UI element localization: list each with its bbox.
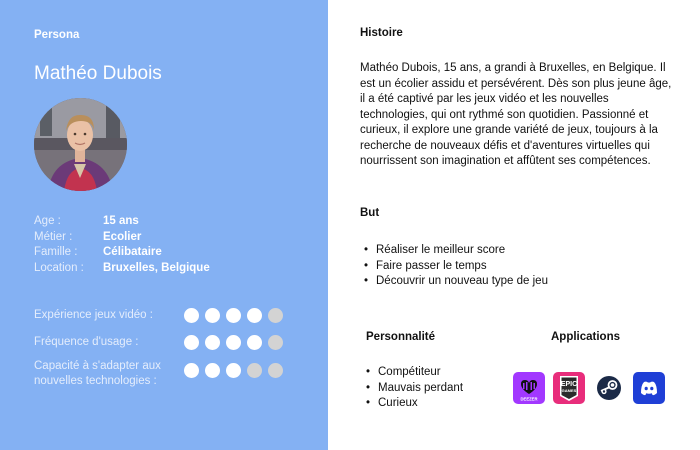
epic-wordmark-line2: GAMES [562, 388, 577, 393]
rating-dot-empty [268, 335, 283, 350]
rating-dots [184, 335, 283, 350]
rating-dots [184, 363, 283, 378]
rating-dot-filled [205, 335, 220, 350]
rating-dot-filled [205, 363, 220, 378]
rating-dot-empty [268, 308, 283, 323]
list-item: Mauvais perdant [362, 381, 463, 397]
fact-value: 15 ans [103, 215, 139, 227]
rating-label: Capacité à s'adapter aux nouvelles techn… [34, 360, 161, 387]
fact-label: Métier : [34, 230, 73, 243]
rating-label: Fréquence d'usage : [34, 336, 139, 348]
fact-family: Famille : Célibataire [34, 245, 210, 261]
epic-wordmark-line1: EPIC [561, 381, 577, 388]
personnalite-title: Personnalité [366, 331, 436, 343]
epic-games-logo: EPIC GAMES [553, 372, 585, 404]
fact-label: Location : [34, 261, 84, 274]
fact-value: Bruxelles, Belgique [103, 261, 210, 274]
deezer-wordmark: DEEZER [521, 397, 538, 402]
details-panel: Histoire Mathéo Dubois, 15 ans, a grandi… [328, 0, 700, 450]
rating-dot-filled [226, 308, 241, 323]
steam-logo [597, 376, 621, 400]
applications-title: Applications [551, 331, 621, 343]
persona-facts: Age : 15 ans Métier : Ecolier Famille : Cél… [34, 214, 210, 276]
rating-dot-filled [226, 335, 241, 350]
deezer-icon[interactable]: DEEZER [513, 372, 545, 404]
rating-label: Expérience jeux vidéo : [34, 309, 153, 321]
list-item: Réaliser le meilleur score [360, 243, 548, 259]
persona-heading: Persona [34, 29, 80, 41]
list-item: Curieux [362, 396, 463, 412]
fact-location: Location : Bruxelles, Belgique [34, 261, 210, 277]
rating-dot-filled [226, 363, 241, 378]
persona-panel: Persona Mathéo Dubois Age : 15 ans Métier… [0, 0, 328, 450]
list-item: Découvrir un nouveau type de jeu [360, 274, 548, 290]
fact-age: Age : 15 ans [34, 214, 210, 230]
discord-icon[interactable] [633, 372, 665, 404]
but-list: Réaliser le meilleur score Faire passer … [360, 243, 548, 290]
steam-icon[interactable] [593, 372, 625, 404]
rating-dot-filled [184, 308, 199, 323]
fact-label: Famille : [34, 246, 78, 258]
personnalite-list: Compétiteur Mauvais perdant Curieux [362, 365, 463, 412]
rating-dots [184, 308, 283, 323]
avatar [34, 98, 127, 191]
avatar-photo [34, 98, 127, 191]
rating-dot-empty [247, 363, 262, 378]
rating-dot-filled [247, 308, 262, 323]
epic-games-icon[interactable]: EPIC GAMES [553, 372, 585, 404]
rating-dot-filled [247, 335, 262, 350]
applications-list: DEEZER EPIC GAMES [513, 372, 665, 404]
fact-value: Ecolier [103, 230, 142, 243]
rating-dot-empty [268, 363, 283, 378]
rating-dot-filled [184, 363, 199, 378]
rating-dot-filled [205, 308, 220, 323]
discord-logo [633, 372, 665, 404]
list-item: Faire passer le temps [360, 259, 548, 275]
histoire-title: Histoire [360, 27, 403, 39]
fact-value: Célibataire [103, 246, 162, 258]
persona-name: Mathéo Dubois [34, 63, 162, 84]
fact-label: Age : [34, 215, 61, 227]
but-title: But [360, 207, 380, 219]
rating-dot-filled [184, 335, 199, 350]
deezer-logo: DEEZER [513, 372, 545, 404]
list-item: Compétiteur [362, 365, 463, 381]
histoire-text: Mathéo Dubois, 15 ans, a grandi à Bruxel… [360, 62, 672, 167]
fact-job: Métier : Ecolier [34, 230, 210, 246]
